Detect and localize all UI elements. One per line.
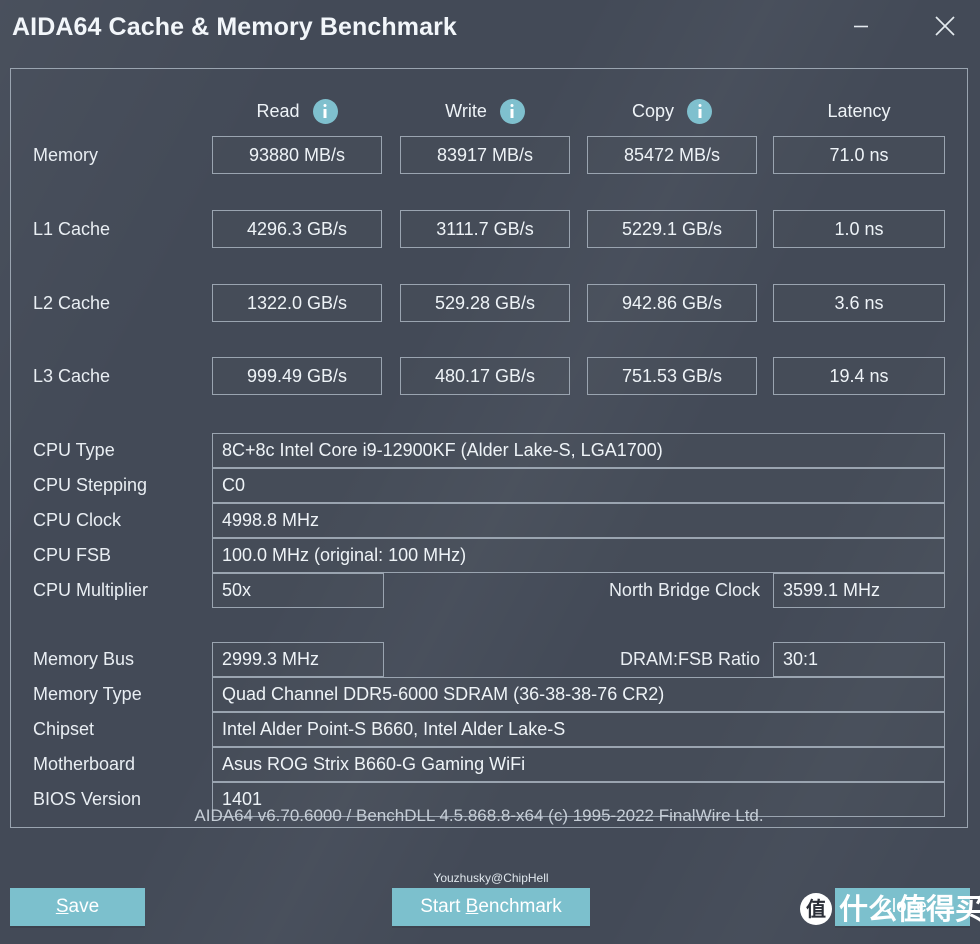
start-benchmark-button[interactable]: Start Benchmark (392, 888, 590, 926)
save-button[interactable]: Save (10, 888, 145, 926)
memory-latency-value: 71.0 ns (773, 136, 945, 174)
copy-info-icon[interactable] (687, 98, 713, 124)
row-label-l3-cache: L3 Cache (33, 366, 111, 386)
info-row-cpu-fsb: CPU FSB 100.0 MHz (original: 100 MHz) (0, 538, 958, 573)
north-bridge-clock-label: North Bridge Clock (608, 580, 760, 600)
l3-latency-value: 19.4 ns (773, 357, 945, 395)
read-info-icon[interactable] (312, 98, 338, 124)
north-bridge-clock-value: 3599.1 MHz (773, 573, 945, 608)
row-label-l2-cache: L2 Cache (33, 293, 111, 313)
dram-fsb-ratio-label: DRAM:FSB Ratio (619, 649, 760, 669)
l2-read-value: 1322.0 GB/s (212, 284, 382, 322)
memory-read-value: 93880 MB/s (212, 136, 382, 174)
memory-type-label: Memory Type (33, 684, 142, 704)
l1-latency-value: 1.0 ns (773, 210, 945, 248)
memory-copy-value: 85472 MB/s (587, 136, 757, 174)
aida64-benchmark-window: AIDA64 Cache & Memory Benchmark Read Wri… (0, 0, 980, 944)
l1-copy-value: 5229.1 GB/s (587, 210, 757, 248)
l1-write-value: 3111.7 GB/s (400, 210, 570, 248)
l3-copy-value: 751.53 GB/s (587, 357, 757, 395)
watermark-badge-icon: 值 (800, 893, 832, 925)
save-accel-char: S (55, 896, 69, 917)
column-header-read-label: Read (256, 100, 300, 121)
column-header-read: Read (212, 96, 382, 126)
l1-read-value: 4296.3 GB/s (212, 210, 382, 248)
info-row-cpu-clock: CPU Clock 4998.8 MHz (0, 503, 958, 538)
start-accel-char: B (465, 896, 479, 917)
l2-copy-value: 942.86 GB/s (587, 284, 757, 322)
window-title: AIDA64 Cache & Memory Benchmark (12, 13, 457, 41)
l3-read-value: 999.49 GB/s (212, 357, 382, 395)
column-header-latency-label: Latency (827, 100, 891, 121)
info-row-cpu-stepping: CPU Stepping C0 (0, 468, 958, 503)
cpu-stepping-value: C0 (212, 468, 945, 503)
info-row-motherboard: Motherboard Asus ROG Strix B660-G Gaming… (0, 747, 958, 782)
table-row: L3 Cache 999.49 GB/s 480.17 GB/s 751.53 … (0, 357, 958, 395)
column-header-write-label: Write (445, 100, 487, 121)
table-row: Memory 93880 MB/s 83917 MB/s 85472 MB/s … (0, 136, 958, 174)
cpu-multiplier-value: 50x (212, 573, 384, 608)
chipset-label: Chipset (33, 719, 95, 739)
credit-text: Youzhusky@ChipHell (433, 871, 549, 885)
close-button[interactable]: Close (835, 888, 970, 926)
motherboard-value: Asus ROG Strix B660-G Gaming WiFi (212, 747, 945, 782)
l3-write-value: 480.17 GB/s (400, 357, 570, 395)
info-row-cpu-multiplier: CPU Multiplier 50x North Bridge Clock 35… (0, 573, 958, 608)
info-row-memory-bus: Memory Bus 2999.3 MHz DRAM:FSB Ratio 30:… (0, 642, 958, 677)
title-bar: AIDA64 Cache & Memory Benchmark (0, 0, 980, 58)
minimize-button[interactable] (838, 6, 884, 46)
cpu-fsb-label: CPU FSB (33, 545, 112, 565)
start-label-pre: Start (420, 896, 466, 917)
close-window-button[interactable] (922, 6, 968, 46)
close-icon (933, 14, 957, 38)
minimize-icon (852, 20, 870, 32)
column-header-copy-label: Copy (631, 100, 675, 121)
cpu-multiplier-label: CPU Multiplier (33, 580, 149, 600)
l2-write-value: 529.28 GB/s (400, 284, 570, 322)
cpu-type-value: 8C+8c Intel Core i9-12900KF (Alder Lake-… (212, 433, 945, 468)
save-label-rest: ave (68, 896, 100, 917)
memory-bus-label: Memory Bus (33, 649, 135, 669)
chipset-value: Intel Alder Point-S B660, Intel Alder La… (212, 712, 945, 747)
close-button-label: Close (878, 896, 927, 917)
memory-type-value: Quad Channel DDR5-6000 SDRAM (36-38-38-7… (212, 677, 945, 712)
motherboard-label: Motherboard (33, 754, 136, 774)
column-header-write: Write (400, 96, 570, 126)
cpu-fsb-value: 100.0 MHz (original: 100 MHz) (212, 538, 945, 573)
info-row-cpu-type: CPU Type 8C+8c Intel Core i9-12900KF (Al… (0, 433, 958, 468)
version-info-text: AIDA64 v6.70.6000 / BenchDLL 4.5.868.8-x… (194, 806, 764, 825)
start-label-rest: enchmark (478, 896, 562, 917)
cpu-stepping-label: CPU Stepping (33, 475, 148, 495)
table-row: L2 Cache 1322.0 GB/s 529.28 GB/s 942.86 … (0, 284, 958, 322)
row-label-memory: Memory (33, 145, 99, 165)
info-row-chipset: Chipset Intel Alder Point-S B660, Intel … (0, 712, 958, 747)
memory-write-value: 83917 MB/s (400, 136, 570, 174)
table-row: L1 Cache 4296.3 GB/s 3111.7 GB/s 5229.1 … (0, 210, 958, 248)
column-header-latency: Latency (773, 96, 945, 126)
row-label-l1-cache: L1 Cache (33, 219, 111, 239)
column-header-copy: Copy (587, 96, 757, 126)
info-row-memory-type: Memory Type Quad Channel DDR5-6000 SDRAM… (0, 677, 958, 712)
memory-bus-value: 2999.3 MHz (212, 642, 384, 677)
write-info-icon[interactable] (499, 98, 525, 124)
cpu-type-label: CPU Type (33, 440, 115, 460)
cpu-clock-value: 4998.8 MHz (212, 503, 945, 538)
l2-latency-value: 3.6 ns (773, 284, 945, 322)
dram-fsb-ratio-value: 30:1 (773, 642, 945, 677)
cpu-clock-label: CPU Clock (33, 510, 122, 530)
